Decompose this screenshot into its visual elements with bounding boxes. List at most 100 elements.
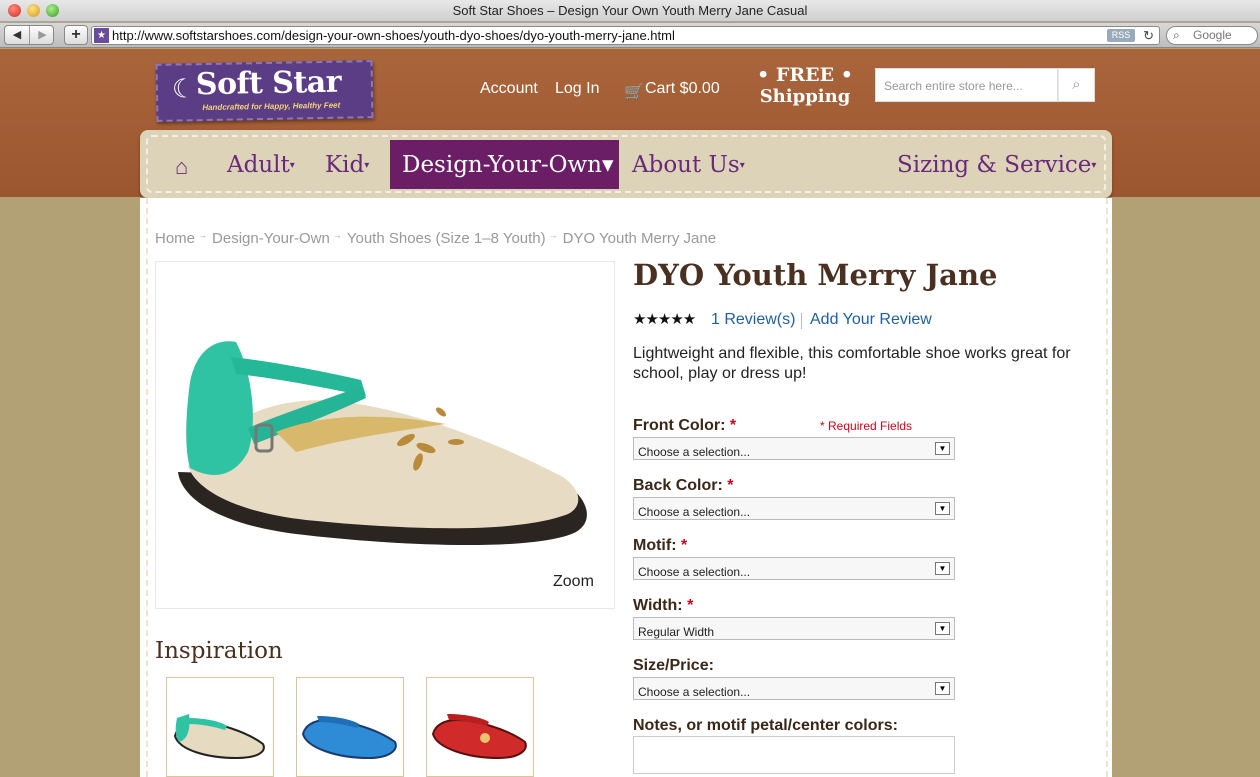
breadcrumb: Home → Design-Your-Own → Youth Shoes (Size 1… (155, 230, 716, 247)
nav-kid[interactable]: Kid▾ (325, 148, 369, 183)
shoe-thumb-image (301, 716, 397, 760)
history-buttons: ◀ ▶ (4, 25, 54, 45)
chevron-down-icon: ▾ (289, 160, 295, 171)
inspiration-thumb-blue[interactable] (296, 677, 404, 777)
nav-sizing-label: Sizing & Service (897, 152, 1092, 178)
required-asterisk: * (680, 537, 688, 554)
notes-textarea[interactable] (633, 736, 955, 774)
rating-stars: ★★★★★ (633, 311, 696, 328)
search-icon: ⌕ (1072, 76, 1081, 93)
notes-label: Notes, or motif petal/center colors: (633, 717, 898, 734)
url-text: http://www.softstarshoes.com/design-your… (112, 28, 675, 43)
store-search-button[interactable]: ⌕ (1058, 68, 1095, 102)
address-bar[interactable]: ★ http://www.softstarshoes.com/design-yo… (91, 26, 1160, 45)
required-fields-note: * Required Fields (820, 419, 913, 433)
front-color-label: Front Color: * (633, 417, 736, 435)
size-price-select[interactable]: Choose a selection... ▼ (633, 677, 955, 700)
inspiration-heading: Inspiration (155, 638, 283, 664)
free-shipping-line2: Shipping (759, 86, 851, 107)
required-asterisk: * (729, 417, 737, 434)
moon-icon: ☾ (171, 73, 196, 104)
breadcrumb-separator-icon: → (548, 230, 558, 240)
home-icon[interactable]: ⌂ (175, 154, 188, 180)
forward-button[interactable]: ▶ (30, 26, 55, 44)
nav-about-label: About Us (632, 152, 740, 178)
shoe-thumb-image (431, 714, 527, 760)
browser-search-placeholder: Google (1193, 28, 1232, 42)
cart-link[interactable]: Cart $0.00 (645, 80, 720, 98)
breadcrumb-home[interactable]: Home (155, 230, 195, 247)
chevron-down-icon: ▾ (364, 160, 370, 171)
product-title: DYO Youth Merry Jane (633, 258, 998, 292)
chevron-down-icon: ▾ (601, 152, 614, 178)
dropdown-arrow-icon: ▼ (935, 682, 950, 695)
width-select[interactable]: Regular Width ▼ (633, 617, 955, 640)
inspiration-thumb-mint[interactable] (166, 677, 274, 777)
nav-adult-label: Adult (227, 152, 290, 178)
back-color-label: Back Color: * (633, 477, 733, 495)
chevron-down-icon: ▾ (739, 160, 745, 171)
back-color-select[interactable]: Choose a selection... ▼ (633, 497, 955, 520)
add-review-link[interactable]: Add Your Review (810, 311, 932, 329)
site-logo[interactable]: ☾ Soft Star Handcrafted for Happy, Healt… (155, 60, 374, 122)
nav-dyo-label: Design-Your-Own (402, 152, 602, 178)
zoom-window-button[interactable] (46, 4, 59, 17)
required-asterisk: * (727, 477, 734, 494)
nav-kid-label: Kid (325, 152, 365, 178)
front-color-value: Choose a selection... (638, 445, 751, 459)
store-search-input[interactable]: Search entire store here... (875, 68, 1058, 102)
window-titlebar: Soft Star Shoes – Design Your Own Youth … (0, 0, 1260, 22)
motif-select[interactable]: Choose a selection... ▼ (633, 557, 955, 580)
add-bookmark-button[interactable]: + (64, 25, 88, 45)
free-shipping-badge: • FREE • Shipping (754, 64, 856, 108)
rss-button[interactable]: RSS (1107, 29, 1135, 42)
breadcrumb-separator-icon: → (332, 230, 342, 240)
login-link[interactable]: Log In (555, 80, 599, 98)
breadcrumb-design-your-own[interactable]: Design-Your-Own (212, 230, 330, 247)
size-price-label: Size/Price: (633, 657, 714, 674)
dropdown-arrow-icon: ▼ (935, 502, 950, 515)
breadcrumb-youth-shoes[interactable]: Youth Shoes (Size 1–8 Youth) (347, 230, 546, 247)
breadcrumb-current: DYO Youth Merry Jane (562, 230, 717, 247)
breadcrumb-separator-icon: → (198, 230, 208, 240)
size-price-value: Choose a selection... (638, 685, 751, 699)
nav-about-us[interactable]: About Us▾ (632, 148, 745, 183)
required-asterisk: * (687, 597, 694, 614)
dropdown-arrow-icon: ▼ (935, 562, 950, 575)
shoe-thumb-image (173, 714, 265, 760)
dropdown-arrow-icon: ▼ (935, 442, 950, 455)
width-label: Width: * (633, 597, 693, 615)
chevron-down-icon: ▾ (1091, 160, 1097, 171)
nav-adult[interactable]: Adult▾ (227, 148, 295, 183)
product-shoe-image (178, 341, 587, 546)
browser-toolbar: ◀ ▶ + ★ http://www.softstarshoes.com/des… (0, 23, 1260, 48)
product-image-frame[interactable] (155, 261, 615, 609)
close-window-button[interactable] (8, 4, 21, 17)
logo-name: Soft Star (195, 64, 342, 103)
width-value: Regular Width (638, 625, 715, 639)
logo-tagline: Handcrafted for Happy, Healthy Feet (202, 100, 341, 113)
account-link[interactable]: Account (480, 80, 538, 98)
inspiration-thumb-red[interactable] (426, 677, 534, 777)
window-title: Soft Star Shoes – Design Your Own Youth … (452, 3, 808, 18)
product-description: Lightweight and flexible, this comfortab… (633, 345, 1071, 382)
dropdown-arrow-icon: ▼ (935, 622, 950, 635)
motif-value: Choose a selection... (638, 565, 751, 579)
review-divider (801, 313, 802, 329)
motif-label: Motif: * (633, 537, 687, 555)
nav-sizing-service[interactable]: Sizing & Service▾ (897, 148, 1096, 183)
cart-icon[interactable]: 🛒 (624, 82, 644, 102)
back-button[interactable]: ◀ (5, 26, 30, 44)
width-label-text: Width: (633, 597, 683, 614)
zoom-link[interactable]: Zoom (553, 573, 594, 591)
back-color-label-text: Back Color: (633, 477, 723, 494)
browser-search-field[interactable]: ⌕ Google (1166, 26, 1258, 45)
nav-design-your-own[interactable]: Design-Your-Own▾ (402, 148, 614, 182)
reviews-link[interactable]: 1 Review(s) (711, 311, 795, 329)
site-favicon-icon: ★ (94, 28, 109, 43)
minimize-window-button[interactable] (27, 4, 40, 17)
search-icon: ⌕ (1173, 28, 1180, 42)
front-color-select[interactable]: Choose a selection... ▼ (633, 437, 955, 460)
front-color-label-text: Front Color: (633, 417, 726, 434)
reload-icon[interactable]: ↻ (1143, 27, 1154, 44)
